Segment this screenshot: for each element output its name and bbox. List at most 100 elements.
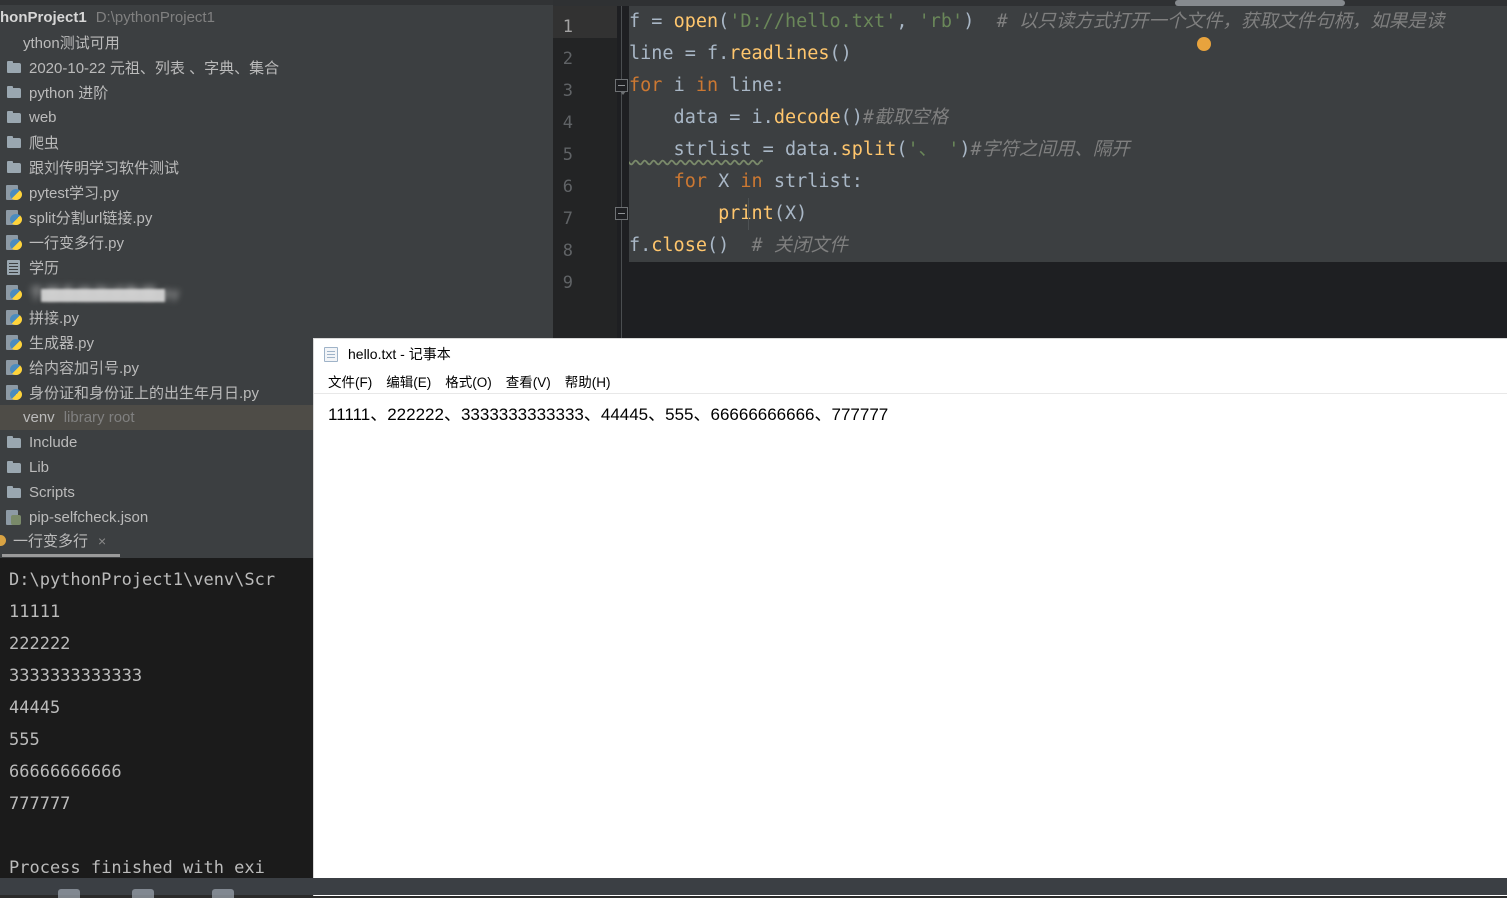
notepad-menu-item[interactable]: 查看(V): [506, 371, 551, 391]
file-icon: [6, 259, 23, 276]
notepad-menu-item[interactable]: 帮助(H): [565, 371, 611, 391]
close-icon[interactable]: ×: [98, 533, 106, 549]
notepad-title-text: hello.txt - 记事本: [348, 346, 451, 362]
code-token: ): [959, 139, 971, 160]
tree-item-label: 一行变多行.py: [29, 235, 125, 252]
indent-guide: [748, 198, 749, 230]
code-token: =: [729, 107, 752, 128]
tree-item[interactable]: ython测试可用: [0, 30, 553, 55]
code-token: close: [651, 235, 707, 256]
tree-item[interactable]: 一行变多行.py: [0, 230, 553, 255]
notepad-text-area[interactable]: 11111、222222、3333333333333、44445、555、666…: [314, 394, 1507, 425]
code-line[interactable]: for i in line:: [629, 70, 1507, 102]
code-line[interactable]: data = i.decode()#截取空格: [629, 102, 1507, 134]
tree-item[interactable]: 于部系统测试数据.py: [0, 280, 553, 305]
folder-icon: [6, 459, 23, 476]
taskbar-item-2-icon[interactable]: [132, 889, 154, 898]
code-token: i: [673, 75, 696, 96]
code-token: line:: [729, 75, 785, 96]
code-token: ): [963, 11, 975, 32]
python-file-icon: [6, 334, 23, 351]
folder-icon: [6, 159, 23, 176]
code-token: (): [706, 235, 730, 256]
code-token: 'D://hello.txt': [729, 11, 897, 32]
folder-icon: [6, 134, 23, 151]
notepad-menu-bar[interactable]: 文件(F) 编辑(E) 格式(O) 查看(V) 帮助(H): [314, 369, 1507, 394]
code-fold-toggle[interactable]: [615, 207, 628, 220]
tree-item[interactable]: web: [0, 105, 553, 130]
code-line[interactable]: print(X): [629, 198, 1507, 230]
code-token: readlines: [729, 43, 830, 64]
tree-item-label: 爬虫: [29, 135, 60, 152]
code-line[interactable]: f = open('D://hello.txt', 'rb') # 以只读方式打…: [629, 6, 1507, 38]
tree-item[interactable]: split分割url链接.py: [0, 205, 553, 230]
code-token: i.: [751, 107, 774, 128]
tree-item-label: Lib: [29, 459, 50, 476]
code-token: data.: [784, 139, 841, 160]
code-line[interactable]: for X in strlist:: [629, 166, 1507, 198]
tree-item[interactable]: python 进阶: [0, 80, 553, 105]
no-icon: [0, 34, 17, 51]
redaction-bar: [41, 289, 165, 302]
code-token: (): [829, 43, 852, 64]
tree-item-label: pytest学习.py: [29, 185, 120, 202]
folder-icon: [6, 434, 23, 451]
run-tab[interactable]: 一行变多行 ×: [0, 527, 313, 554]
tree-item[interactable]: pytest学习.py: [0, 180, 553, 205]
code-token: strlist: [629, 139, 763, 160]
code-token: =: [684, 43, 707, 64]
code-token: f: [629, 11, 652, 32]
code-token: #: [729, 235, 774, 256]
line-number: 7: [562, 209, 573, 229]
taskbar[interactable]: [0, 878, 1507, 898]
taskbar-item-3-icon[interactable]: [212, 889, 234, 898]
redacted-file-name: 于部系统测试数据.py: [29, 282, 180, 303]
tree-item[interactable]: 跟刘传明学习软件测试: [0, 155, 553, 180]
code-content[interactable]: f = open('D://hello.txt', 'rb') # 以只读方式打…: [629, 6, 1507, 294]
tree-item[interactable]: 学历: [0, 255, 553, 280]
code-token: for: [629, 75, 674, 96]
python-file-icon: [6, 359, 23, 376]
line-number: 6: [562, 177, 573, 197]
code-token: data: [629, 107, 730, 128]
tree-item-label: 给内容加引号.py: [29, 360, 140, 377]
notepad-window[interactable]: hello.txt - 记事本 文件(F) 编辑(E) 格式(O) 查看(V) 帮助(H…: [313, 338, 1507, 896]
code-token: (X): [773, 203, 808, 224]
code-fold-toggle[interactable]: [615, 79, 628, 95]
line-number: 2: [562, 49, 573, 69]
code-line[interactable]: line = f.readlines(): [629, 38, 1507, 70]
tree-item-label: web: [29, 109, 57, 126]
python-file-icon: [6, 184, 23, 201]
run-tool-window[interactable]: 一行变多行 × D:\pythonProject1\venv\Scr 11111…: [0, 527, 313, 878]
tree-item[interactable]: 2020-10-22 元祖、列表 、字典、集合: [0, 55, 553, 80]
notepad-menu-item[interactable]: 文件(F): [328, 371, 372, 391]
tree-item-label: python 进阶: [29, 85, 109, 102]
code-token: line: [629, 43, 685, 64]
tree-item[interactable]: 爬虫: [0, 130, 553, 155]
code-token: 字符之间用、隔开: [981, 139, 1130, 160]
python-file-icon: [6, 234, 23, 251]
project-root-row[interactable]: honProject1 D:\pythonProject1: [0, 5, 553, 30]
console-output[interactable]: D:\pythonProject1\venv\Scr 11111 222222 …: [0, 558, 313, 878]
tree-item[interactable]: 拼接.py: [0, 305, 553, 330]
taskbar-item-1-icon[interactable]: [58, 889, 80, 898]
code-line[interactable]: [629, 262, 1507, 294]
folder-icon: [6, 109, 23, 126]
notepad-menu-item[interactable]: 编辑(E): [386, 371, 431, 391]
tree-item-label: 学历: [29, 260, 60, 277]
tree-item-label: 拼接.py: [29, 310, 80, 327]
code-token: print: [718, 203, 774, 224]
line-number: 5: [562, 145, 573, 165]
project-root-path: D:\pythonProject1: [95, 9, 215, 26]
tree-item-label: 2020-10-22 元祖、列表 、字典、集合: [29, 60, 280, 77]
line-number: 1: [562, 17, 573, 37]
intention-bulb-icon[interactable]: [1197, 37, 1211, 51]
notepad-menu-item[interactable]: 格式(O): [445, 371, 492, 391]
tree-item-label: split分割url链接.py: [29, 210, 153, 227]
code-line[interactable]: strlist = data.split('、 ')#字符之间用、隔开: [629, 134, 1507, 166]
code-line[interactable]: f.close() # 关闭文件: [629, 230, 1507, 262]
notepad-title-bar[interactable]: hello.txt - 记事本: [314, 339, 1507, 369]
code-token: 关闭文件: [773, 235, 848, 256]
code-token: =: [651, 11, 674, 32]
line-number: 3: [562, 81, 573, 101]
